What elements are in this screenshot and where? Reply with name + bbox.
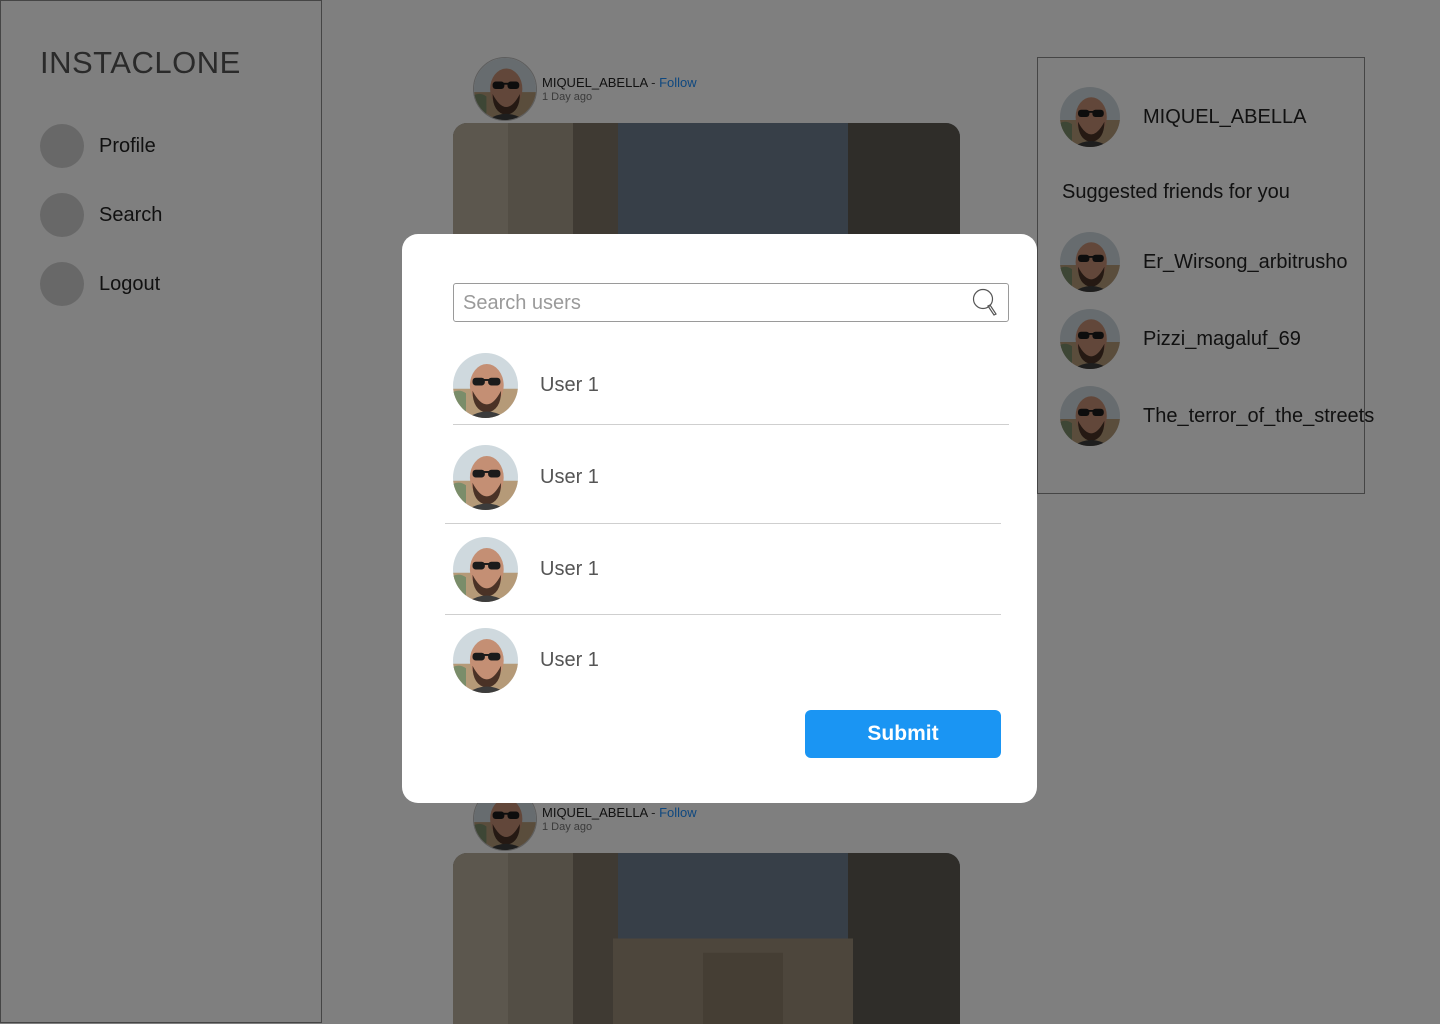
- user-result-row[interactable]: User 1: [453, 537, 599, 602]
- avatar: [453, 445, 518, 510]
- avatar: [453, 353, 518, 418]
- user-result-name: User 1: [540, 374, 599, 396]
- user-result-row[interactable]: User 1: [453, 353, 599, 418]
- divider: [445, 523, 1001, 524]
- user-result-name: User 1: [540, 649, 599, 671]
- avatar: [453, 537, 518, 602]
- divider: [453, 424, 1009, 425]
- user-result-name: User 1: [540, 558, 599, 580]
- divider: [445, 614, 1001, 615]
- avatar: [453, 628, 518, 693]
- user-result-row[interactable]: User 1: [453, 445, 599, 510]
- search-box: [453, 283, 1009, 322]
- user-result-row[interactable]: User 1: [453, 628, 599, 693]
- search-input[interactable]: [461, 285, 965, 322]
- submit-button[interactable]: Submit: [805, 710, 1001, 758]
- search-users-modal: User 1 User 1 User 1 User 1 Submit: [402, 234, 1037, 803]
- user-result-name: User 1: [540, 466, 599, 488]
- search-icon[interactable]: [972, 288, 998, 318]
